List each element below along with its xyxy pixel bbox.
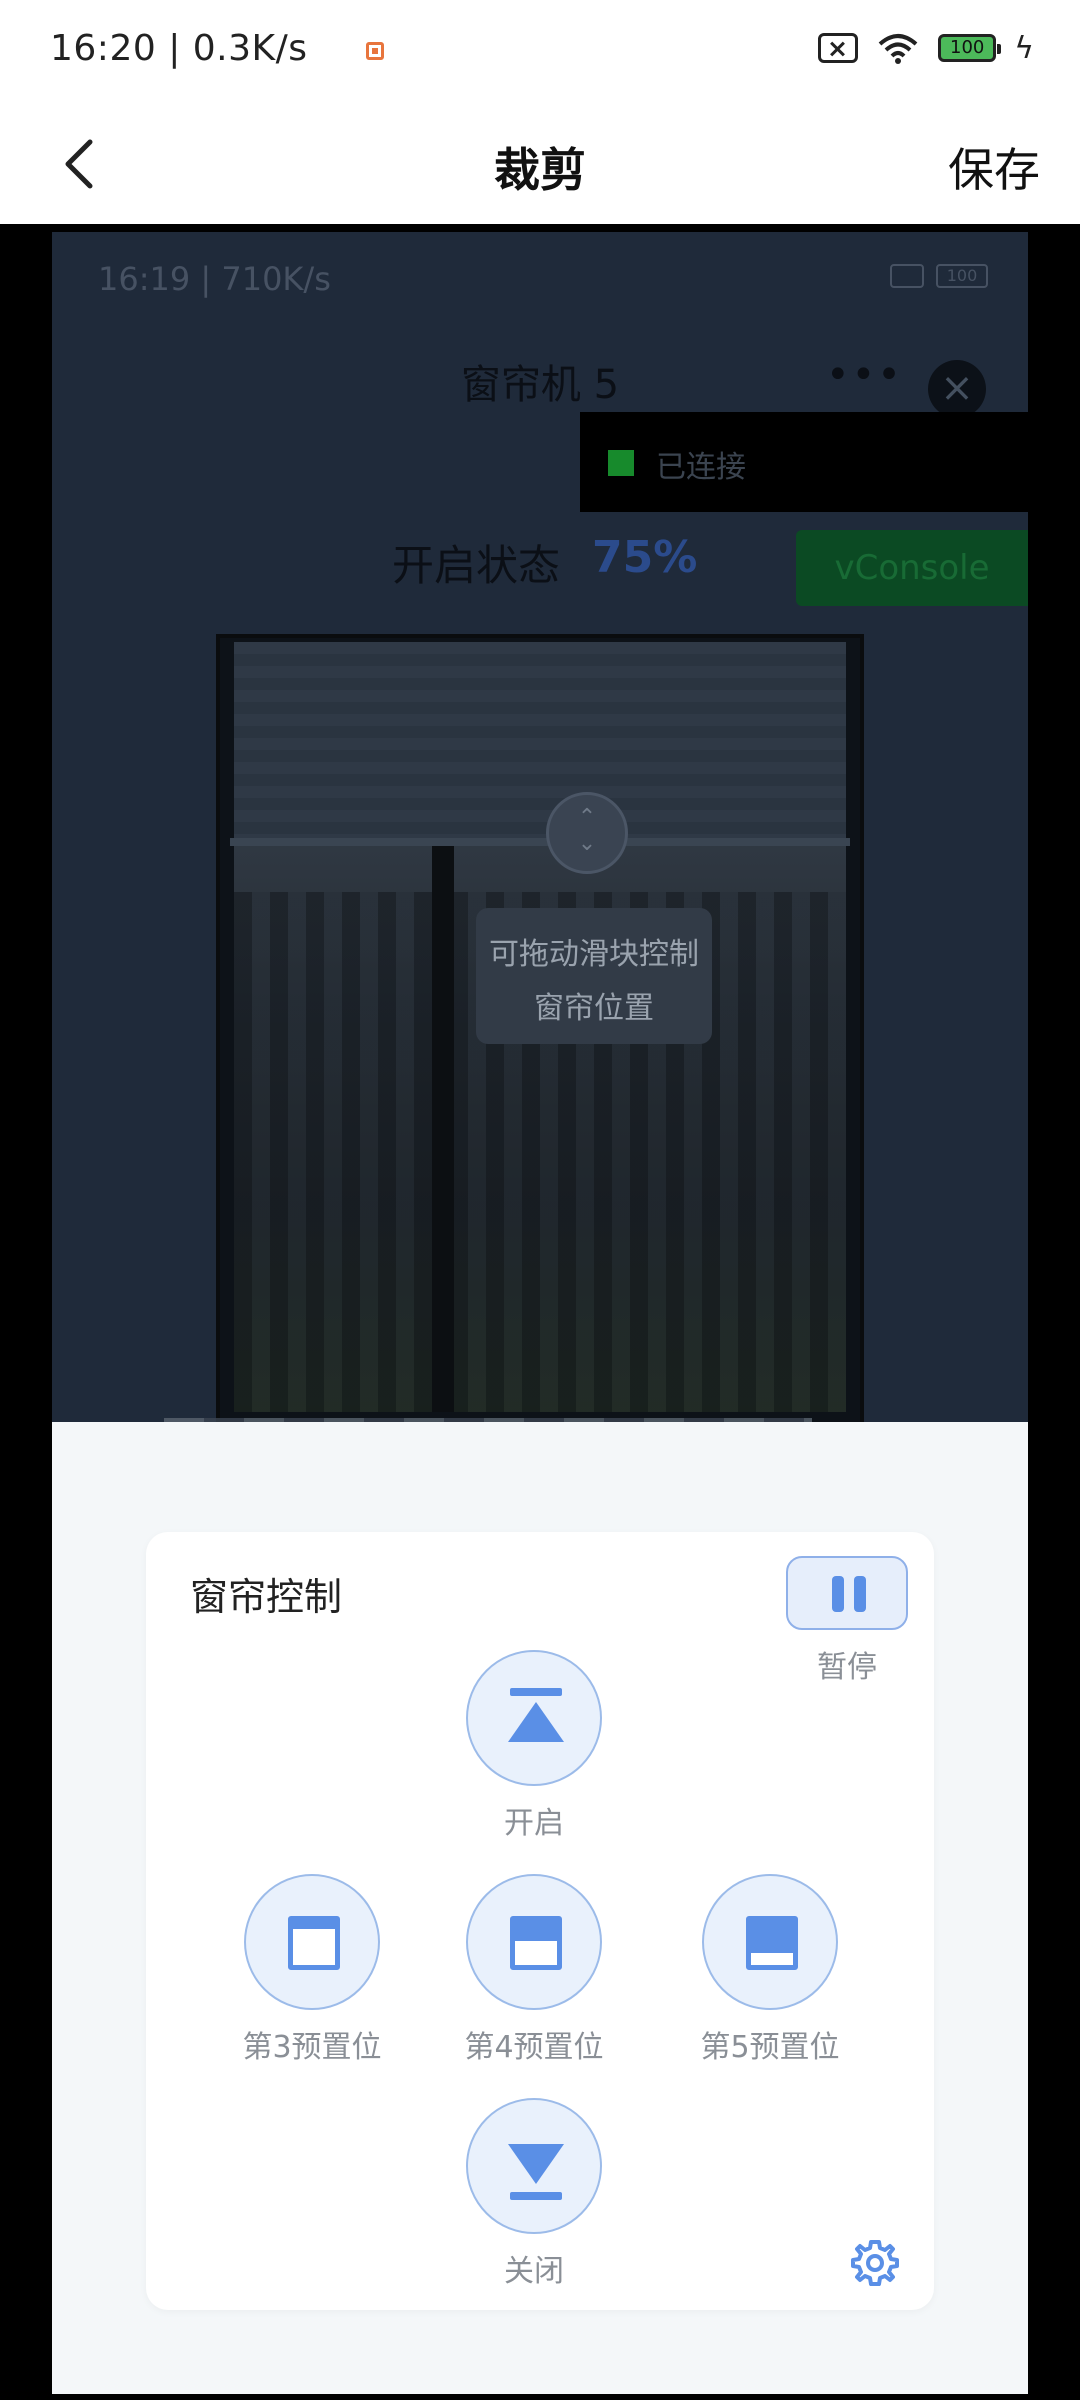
close-icon: × [928,360,986,418]
curtain-slider-handle [546,792,628,874]
status-icons: 100 ϟ [818,30,1034,66]
preset-3-button[interactable] [244,1874,380,2010]
close-button[interactable] [466,2098,602,2234]
open-button[interactable] [466,1650,602,1786]
window-half-icon [510,1916,562,1970]
preset-3-label: 第3预置位 [242,2030,382,2065]
no-sim-icon [818,33,859,63]
drag-tip-text: 可拖动滑块控制窗帘位置 [489,937,699,1026]
open-label: 开启 [504,1806,564,1841]
save-button[interactable]: 保存 [948,134,1040,200]
close-label: 关闭 [504,2254,564,2289]
curtain-shade [234,642,846,842]
pause-icon [832,1576,844,1612]
open-icon [510,1688,562,1696]
state-label: 开启状态 [392,541,561,590]
inner-status-time: 16:19 | 710K/s [98,260,331,298]
inner-battery-icon: 100 [936,264,988,288]
wifi-icon [878,34,918,64]
inner-no-sim-icon [890,264,924,288]
state-value: 75% [592,532,698,583]
pause-label: 暂停 [817,1650,877,1685]
status-time: 16:20 | 0.3K/s [50,28,308,69]
screen-record-icon [366,42,384,60]
connected-label: 已连接 [656,450,746,485]
vconsole-button: vConsole [796,530,1028,606]
pause-button[interactable] [786,1556,908,1630]
inner-status-icons: 100 [890,264,988,288]
preset-5-label: 第5预置位 [700,2030,840,2065]
more-icon: ••• [826,352,903,398]
connection-banner: 已连接 [580,412,1028,512]
cropped-image-top: 16:19 | 710K/s 100 窗帘机 5 ••• × 已连接 开启状态 … [52,232,1028,1422]
connected-indicator-icon [608,450,634,476]
window-top-icon [288,1916,340,1970]
charging-icon: ϟ [1014,30,1034,66]
drag-tip: 可拖动滑块控制窗帘位置 [476,908,712,1044]
page-title: 裁剪 [494,143,586,197]
gear-icon[interactable] [848,2236,902,2290]
window-mostly-closed-icon [746,1916,798,1970]
preset-4-button[interactable] [466,1874,602,2010]
preset-4-label: 第4预置位 [464,2030,604,2065]
preset-5-button[interactable] [702,1874,838,2010]
app-bar: 裁剪 保存 [0,104,1080,224]
card-title: 窗帘控制 [190,1575,343,1619]
curtain-control-card: 窗帘控制 暂停 开启 第3预置位 第4预置位 第5预置位 关闭 [146,1532,934,2310]
close-curtain-icon [508,2144,564,2184]
system-status-bar: 16:20 | 0.3K/s 100 ϟ [0,0,1080,104]
battery-icon: 100 [938,34,1002,62]
